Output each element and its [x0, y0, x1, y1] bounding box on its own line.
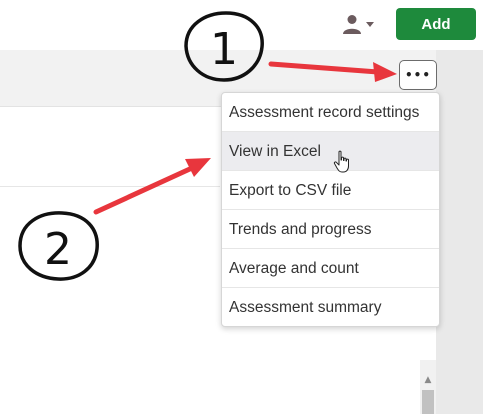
menu-item-assessment-summary[interactable]: Assessment summary	[222, 288, 439, 326]
user-menu[interactable]	[340, 12, 380, 38]
side-panel	[436, 50, 483, 414]
menu-item-export-to-csv[interactable]: Export to CSV file	[222, 171, 439, 210]
scroll-up-arrow-icon[interactable]: ▲	[420, 372, 436, 388]
divider	[0, 186, 220, 187]
app-window: Add ▲ ••• Assessment record settings Vie…	[0, 0, 483, 414]
more-options-menu: Assessment record settings View in Excel…	[221, 92, 440, 327]
more-options-button[interactable]: •••	[399, 60, 437, 90]
menu-item-trends-and-progress[interactable]: Trends and progress	[222, 210, 439, 249]
menu-item-assessment-record-settings[interactable]: Assessment record settings	[222, 93, 439, 132]
add-button[interactable]: Add	[396, 8, 476, 40]
caret-down-icon	[366, 22, 374, 27]
menu-item-average-and-count[interactable]: Average and count	[222, 249, 439, 288]
user-icon	[343, 15, 374, 34]
scrollbar-thumb[interactable]	[422, 390, 434, 414]
top-bar: Add	[0, 0, 483, 50]
menu-item-view-in-excel[interactable]: View in Excel	[222, 132, 439, 171]
